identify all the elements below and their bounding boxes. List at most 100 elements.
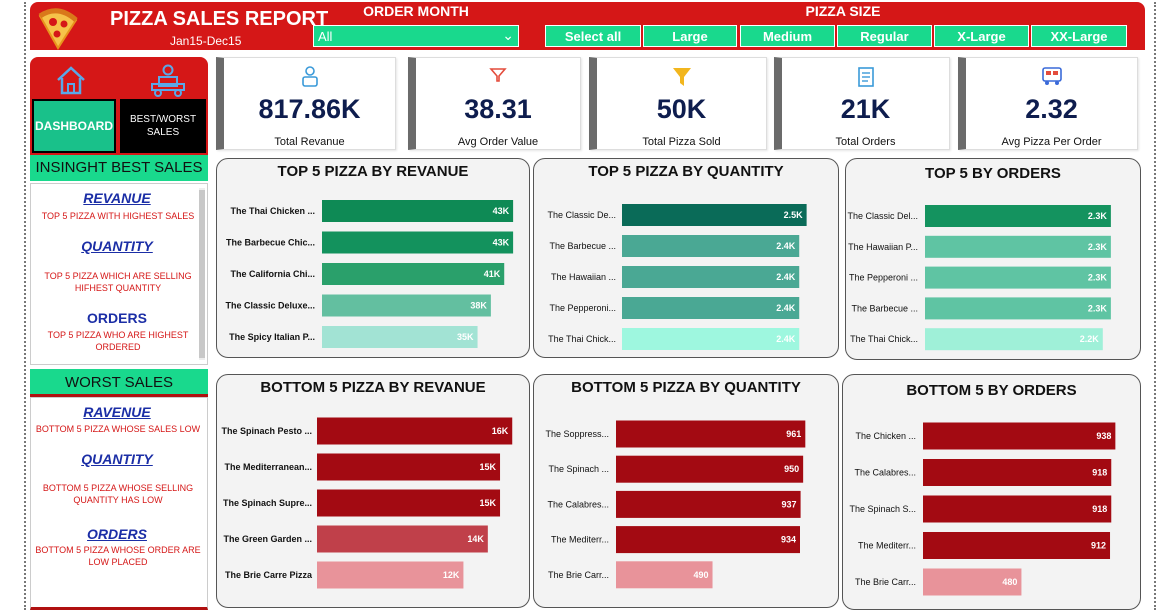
- bar[interactable]: [923, 532, 1111, 559]
- category-label: The Brie Carre Pizza: [225, 570, 313, 580]
- kpi-value: 21K: [840, 94, 891, 124]
- data-label: 15K: [480, 498, 497, 508]
- dashboard-nav-button[interactable]: DASHBOARD: [32, 99, 116, 153]
- bar[interactable]: [616, 455, 804, 483]
- best-quantity-link[interactable]: QUANTITY: [31, 238, 203, 254]
- sidebar: DASHBOARD BEST/WORST SALES INSINGHT BEST…: [30, 57, 208, 610]
- best-revanue-desc: TOP 5 PIZZA WITH HIGHEST SALES: [41, 211, 195, 221]
- bar-chart-svg: The Classic Del... 2.3K The Hawaiian P... 2…: [847, 205, 1111, 351]
- best-orders-link[interactable]: ORDERS: [31, 310, 203, 326]
- bar[interactable]: [622, 297, 800, 319]
- data-label: 2.3K: [1088, 211, 1108, 221]
- category-label: The Spinach S...: [849, 504, 916, 514]
- data-label: 2.4K: [776, 272, 796, 282]
- chart-top-orders: TOP 5 BY ORDERS The Classic Del... 2.3K Th…: [845, 158, 1141, 360]
- best-quantity-desc: TOP 5 PIZZA WHICH ARE SELLING HIFHEST QU…: [44, 271, 192, 293]
- bar[interactable]: [925, 328, 1103, 351]
- bar[interactable]: [322, 263, 505, 285]
- bar-chart-svg: The Thai Chicken ... 43K The Barbecue Chic…: [225, 200, 514, 348]
- delivery-icon[interactable]: [148, 63, 188, 97]
- bar[interactable]: [317, 489, 501, 517]
- data-label: 961: [786, 429, 801, 439]
- kpi-value: 38.31: [464, 94, 532, 124]
- data-label: 2.3K: [1088, 303, 1108, 313]
- bar[interactable]: [925, 266, 1111, 289]
- category-label: The Mediterr...: [551, 535, 609, 545]
- data-label: 35K: [457, 332, 474, 342]
- kpi-label: Total Pizza Sold: [642, 136, 721, 148]
- bar[interactable]: [925, 297, 1111, 320]
- bar[interactable]: [317, 453, 501, 481]
- worst-quantity-desc: BOTTOM 5 PIZZA WHOSE SELLING QUANTITY HA…: [42, 483, 194, 505]
- category-label: The Mediterr...: [858, 541, 916, 551]
- category-label: The Classic Del...: [847, 211, 918, 221]
- category-label: The Pepperoni...: [549, 303, 616, 313]
- bar[interactable]: [317, 561, 464, 589]
- size-select-all-button[interactable]: Select all: [545, 25, 641, 47]
- data-label: 2.4K: [776, 241, 796, 251]
- worst-sales-heading: WORST SALES: [30, 369, 208, 397]
- size-medium-button[interactable]: Medium: [740, 25, 835, 47]
- food-truck-icon: [1041, 67, 1062, 85]
- category-label: The Brie Carr...: [855, 577, 916, 587]
- order-month-dropdown[interactable]: All ⌄: [313, 25, 519, 47]
- worst-ravenue-link[interactable]: RAVENUE: [31, 404, 203, 420]
- bar[interactable]: [923, 459, 1112, 486]
- bar[interactable]: [622, 235, 800, 257]
- category-label: The Classic De...: [547, 210, 616, 220]
- best-sales-heading: INSINGHT BEST SALES: [30, 155, 208, 181]
- bar[interactable]: [925, 235, 1111, 258]
- data-label: 16K: [492, 426, 509, 436]
- bar[interactable]: [622, 328, 800, 350]
- data-label: 14K: [467, 534, 484, 544]
- pizza-logo-icon: [38, 8, 78, 50]
- size-xx-large-button[interactable]: XX-Large: [1031, 25, 1127, 47]
- size-x-large-button[interactable]: X-Large: [934, 25, 1029, 47]
- bar[interactable]: [923, 422, 1116, 450]
- worst-quantity-link[interactable]: QUANTITY: [31, 451, 203, 467]
- scrollbar-thumb[interactable]: [199, 190, 205, 358]
- bar[interactable]: [322, 326, 478, 348]
- best-worst-nav-button[interactable]: BEST/WORST SALES: [120, 99, 206, 153]
- best-sales-panel: REVANUE TOP 5 PIZZA WITH HIGHEST SALES Q…: [30, 183, 208, 365]
- worst-sales-panel: RAVENUE BOTTOM 5 PIZZA WHOSE SALES LOW Q…: [30, 397, 208, 610]
- bar[interactable]: [622, 266, 800, 288]
- home-icon[interactable]: [54, 63, 88, 97]
- bar[interactable]: [925, 205, 1111, 227]
- bar[interactable]: [317, 417, 513, 445]
- category-label: The Barbecue ...: [549, 241, 616, 251]
- category-label: The Classic Deluxe...: [225, 301, 315, 311]
- data-label: 43K: [493, 206, 510, 216]
- filter-icon: [489, 68, 507, 82]
- bar[interactable]: [616, 420, 806, 448]
- worst-orders-link[interactable]: ORDERS: [31, 526, 203, 542]
- receipt-icon: [857, 67, 874, 87]
- bar[interactable]: [317, 525, 488, 553]
- bar[interactable]: [923, 495, 1112, 523]
- category-label: The Soppress...: [545, 429, 609, 439]
- bar[interactable]: [616, 526, 800, 554]
- bar[interactable]: [622, 204, 807, 226]
- category-label: The Green Garden ...: [223, 534, 312, 544]
- chart-bottom-orders: BOTTOM 5 BY ORDERS The Chicken ... 938 The…: [842, 374, 1141, 610]
- category-label: The Calabres...: [854, 468, 916, 478]
- data-label: 12K: [443, 570, 460, 580]
- size-regular-button[interactable]: Regular: [837, 25, 932, 47]
- bar-chart-svg: The Spinach Pesto ... 16K The Mediterranea…: [221, 417, 513, 589]
- order-month-label: ORDER MONTH: [363, 3, 469, 19]
- worst-ravenue-desc: BOTTOM 5 PIZZA WHOSE SALES LOW: [35, 424, 201, 434]
- data-label: 918: [1092, 468, 1107, 478]
- bar[interactable]: [616, 490, 801, 518]
- category-label: The Spinach Supre...: [223, 498, 312, 508]
- data-label: 938: [1096, 431, 1111, 441]
- data-label: 2.5K: [784, 210, 804, 220]
- bar[interactable]: [322, 294, 491, 317]
- best-revanue-link[interactable]: REVANUE: [31, 190, 203, 206]
- data-label: 480: [1002, 577, 1017, 587]
- bar[interactable]: [322, 231, 514, 254]
- best-orders-desc: TOP 5 PIZZA WHO ARE HIGHEST ORDERED: [47, 330, 189, 352]
- order-month-value: All: [318, 29, 333, 44]
- size-large-button[interactable]: Large: [643, 25, 737, 47]
- bar[interactable]: [322, 200, 514, 222]
- category-label: The Spinach Pesto ...: [221, 426, 312, 436]
